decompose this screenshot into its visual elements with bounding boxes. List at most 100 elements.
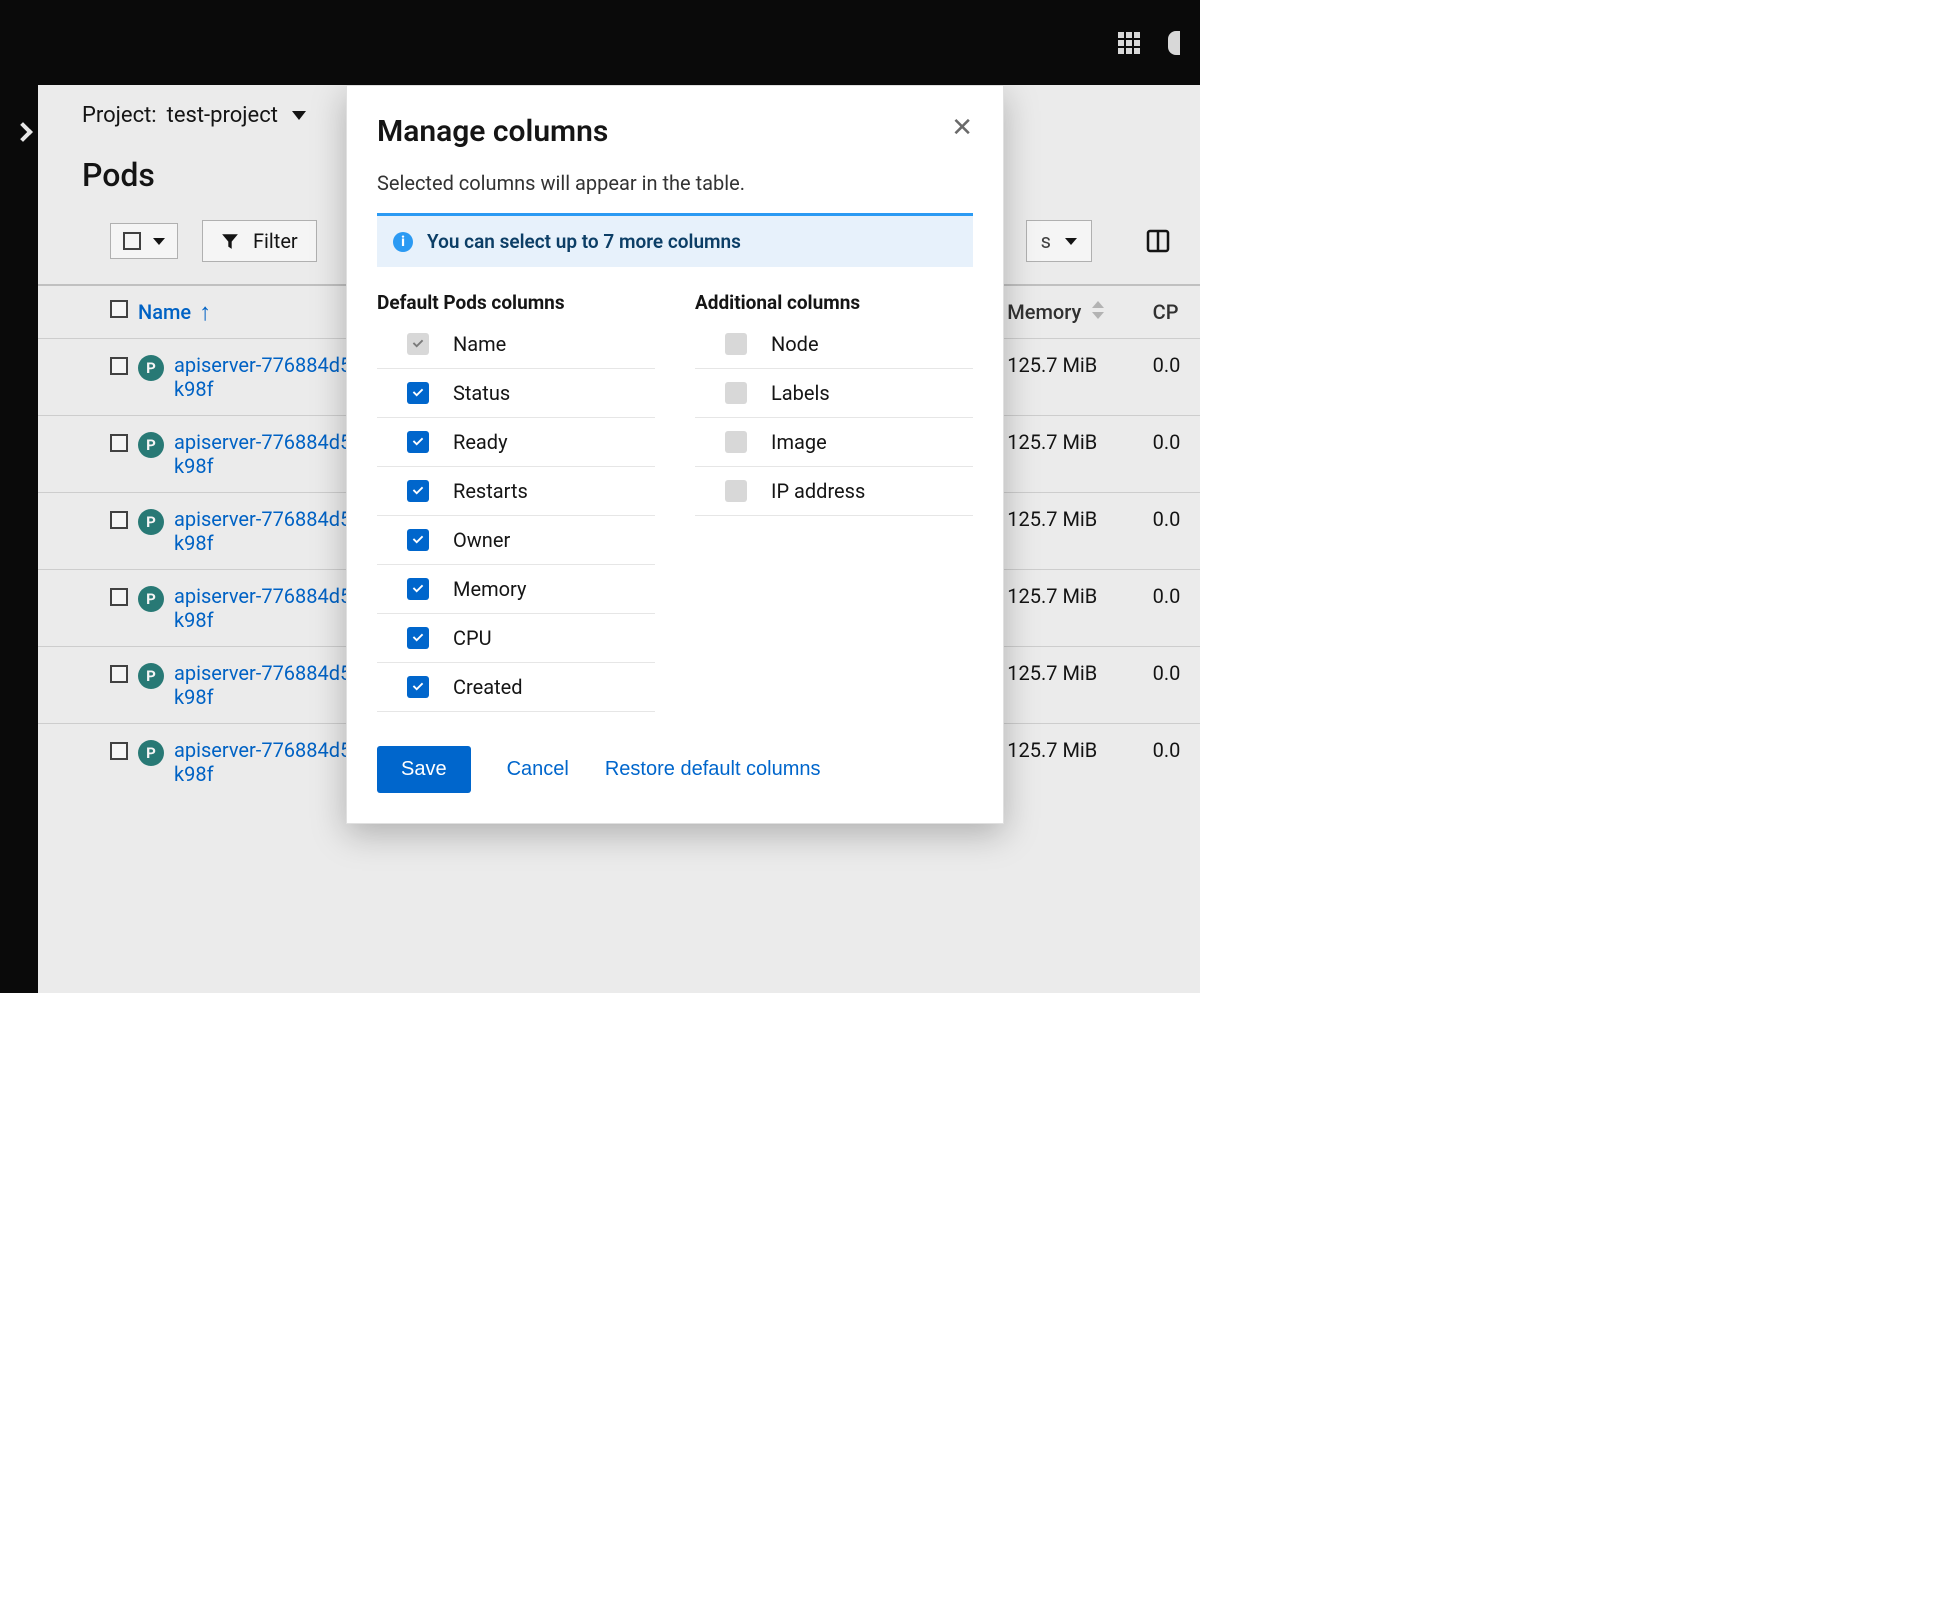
column-header-cpu-label: CP (1153, 300, 1179, 324)
column-header-checkbox[interactable] (38, 285, 128, 339)
column-option[interactable]: Created (377, 663, 655, 712)
column-option[interactable]: Name (377, 320, 655, 369)
column-checkbox[interactable] (725, 480, 747, 502)
pod-resource-badge: P (138, 355, 164, 381)
column-header-name-label: Name (138, 300, 191, 324)
row-checkbox[interactable] (110, 434, 128, 452)
row-checkbox[interactable] (110, 357, 128, 375)
view-dropdown[interactable]: s (1026, 220, 1092, 262)
row-checkbox[interactable] (110, 588, 128, 606)
bulk-select-checkbox[interactable] (123, 232, 141, 250)
pod-memory: 125.7 MiB (997, 493, 1142, 570)
additional-columns-heading: Additional columns (695, 291, 973, 314)
column-option[interactable]: Restarts (377, 467, 655, 516)
project-label: Project: (82, 103, 157, 128)
app-launcher-icon[interactable] (1118, 32, 1140, 54)
column-checkbox[interactable] (407, 431, 429, 453)
modal-title: Manage columns (377, 114, 608, 149)
column-option-label: Ready (453, 430, 508, 454)
pod-memory: 125.7 MiB (997, 647, 1142, 724)
column-option[interactable]: Status (377, 369, 655, 418)
column-option-label: Created (453, 675, 523, 699)
column-option[interactable]: CPU (377, 614, 655, 663)
manage-columns-modal: Manage columns ✕ Selected columns will a… (346, 85, 1004, 824)
sidebar-collapsed[interactable] (0, 85, 38, 993)
restore-defaults-button[interactable]: Restore default columns (605, 758, 821, 781)
column-option-label: Owner (453, 528, 510, 552)
column-checkbox (407, 333, 429, 355)
column-checkbox[interactable] (407, 382, 429, 404)
column-checkbox[interactable] (725, 431, 747, 453)
column-option-label: IP address (771, 479, 865, 503)
viewport: Project: test-project Pods Filter s (0, 0, 1200, 993)
column-option[interactable]: Ready (377, 418, 655, 467)
pod-resource-badge: P (138, 432, 164, 458)
chevron-down-icon (292, 111, 306, 120)
column-option[interactable]: Image (695, 418, 973, 467)
pod-cpu: 0.0 (1143, 339, 1200, 416)
column-option-label: Name (453, 332, 506, 356)
pod-memory: 125.7 MiB (997, 416, 1142, 493)
column-option[interactable]: Memory (377, 565, 655, 614)
column-option[interactable]: Labels (695, 369, 973, 418)
cancel-button[interactable]: Cancel (507, 758, 569, 781)
pod-memory: 125.7 MiB (997, 339, 1142, 416)
column-option-label: Labels (771, 381, 830, 405)
chevron-down-icon (1065, 238, 1077, 245)
filter-icon (221, 232, 239, 250)
column-checkbox[interactable] (725, 333, 747, 355)
column-header-memory[interactable]: Memory (997, 285, 1142, 339)
modal-info-banner: i You can select up to 7 more columns (377, 213, 973, 267)
additional-columns-group: Additional columns Node Labels Image IP add… (695, 291, 973, 712)
sort-neutral-icon (1092, 301, 1104, 319)
column-option-label: CPU (453, 626, 492, 650)
column-header-memory-label: Memory (1007, 300, 1081, 324)
sort-asc-icon: ↑ (199, 306, 211, 318)
modal-subtitle: Selected columns will appear in the tabl… (377, 171, 973, 195)
column-option-label: Restarts (453, 479, 528, 503)
page-content: Project: test-project Pods Filter s (38, 85, 1200, 993)
row-checkbox[interactable] (110, 742, 128, 760)
modal-close-button[interactable]: ✕ (951, 114, 973, 140)
column-option[interactable]: Node (695, 320, 973, 369)
info-icon: i (393, 232, 413, 252)
filter-button-label: Filter (253, 229, 298, 253)
column-option-label: Node (771, 332, 819, 356)
column-checkbox[interactable] (725, 382, 747, 404)
filter-button[interactable]: Filter (202, 220, 317, 262)
column-option[interactable]: Owner (377, 516, 655, 565)
pod-cpu: 0.0 (1143, 493, 1200, 570)
pod-cpu: 0.0 (1143, 647, 1200, 724)
manage-columns-button[interactable] (1146, 229, 1170, 253)
columns-icon (1146, 229, 1170, 253)
column-checkbox[interactable] (407, 676, 429, 698)
default-columns-group: Default Pods columns Name Status Ready Rest… (377, 291, 655, 712)
bulk-select-dropdown[interactable] (110, 223, 178, 259)
row-checkbox[interactable] (110, 665, 128, 683)
save-button[interactable]: Save (377, 746, 471, 793)
column-option-label: Image (771, 430, 827, 454)
pod-resource-badge: P (138, 663, 164, 689)
modal-info-text: You can select up to 7 more columns (427, 230, 741, 253)
sidebar-chevron-icon (13, 122, 33, 142)
column-header-cpu[interactable]: CP (1143, 285, 1200, 339)
notification-bell-icon[interactable] (1168, 31, 1180, 55)
view-dropdown-tail: s (1041, 229, 1051, 253)
column-option-label: Status (453, 381, 510, 405)
column-option-label: Memory (453, 577, 526, 601)
column-checkbox[interactable] (407, 578, 429, 600)
pod-resource-badge: P (138, 509, 164, 535)
column-checkbox[interactable] (407, 529, 429, 551)
column-checkbox[interactable] (407, 480, 429, 502)
pod-resource-badge: P (138, 740, 164, 766)
column-checkbox[interactable] (407, 627, 429, 649)
pod-cpu: 0.0 (1143, 570, 1200, 647)
default-columns-heading: Default Pods columns (377, 291, 655, 314)
pod-cpu: 0.0 (1143, 416, 1200, 493)
pod-memory: 125.7 MiB (997, 724, 1142, 801)
pod-cpu: 0.0 (1143, 724, 1200, 801)
pod-memory: 125.7 MiB (997, 570, 1142, 647)
column-option[interactable]: IP address (695, 467, 973, 516)
row-checkbox[interactable] (110, 511, 128, 529)
project-name: test-project (167, 103, 278, 128)
